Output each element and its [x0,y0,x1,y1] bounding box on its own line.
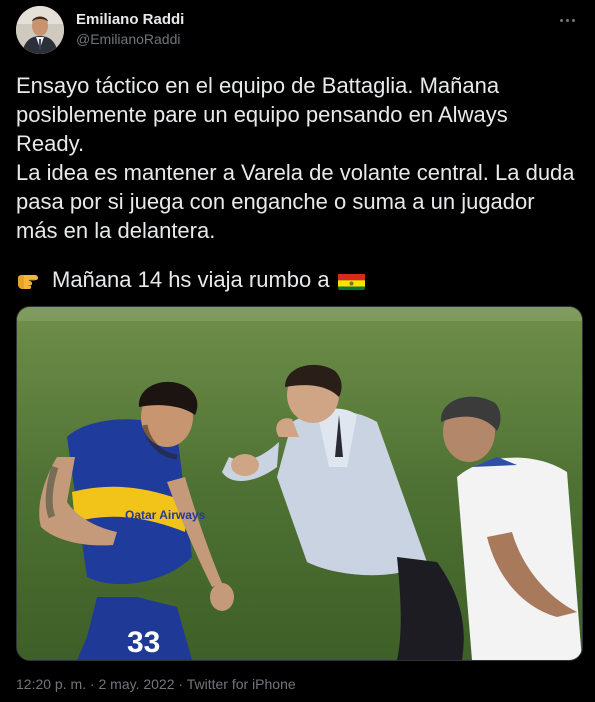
tweet-travel-line: Mañana 14 hs viaja rumbo a [16,265,365,295]
author-name[interactable]: Emiliano Raddi [76,11,184,28]
author-handle[interactable]: @EmilianoRaddi [76,31,180,47]
tweet-date[interactable]: 2 may. 2022 [99,676,175,692]
tweet-photo[interactable]: Qatar Airways 33 [16,306,583,661]
avatar[interactable] [16,6,64,54]
backhand-index-pointing-right-icon [16,269,42,291]
travel-text: Mañana 14 hs viaja rumbo a [52,267,330,292]
tweet-meta: 12:20 p. m. · 2 may. 2022 · Twitter for … [16,676,296,692]
jersey-sponsor: Qatar Airways [125,508,206,522]
meta-separator: · [174,676,187,692]
tweet-source[interactable]: Twitter for iPhone [187,676,296,692]
tweet-text: Ensayo táctico en el equipo de Battaglia… [16,73,575,243]
meta-separator: · [86,676,99,692]
jersey-number: 33 [127,626,160,659]
more-options-icon[interactable] [555,10,579,30]
bolivia-flag-icon [337,271,365,290]
tweet-time[interactable]: 12:20 p. m. [16,676,86,692]
tweet-header: Emiliano Raddi @EmilianoRaddi [16,6,579,54]
